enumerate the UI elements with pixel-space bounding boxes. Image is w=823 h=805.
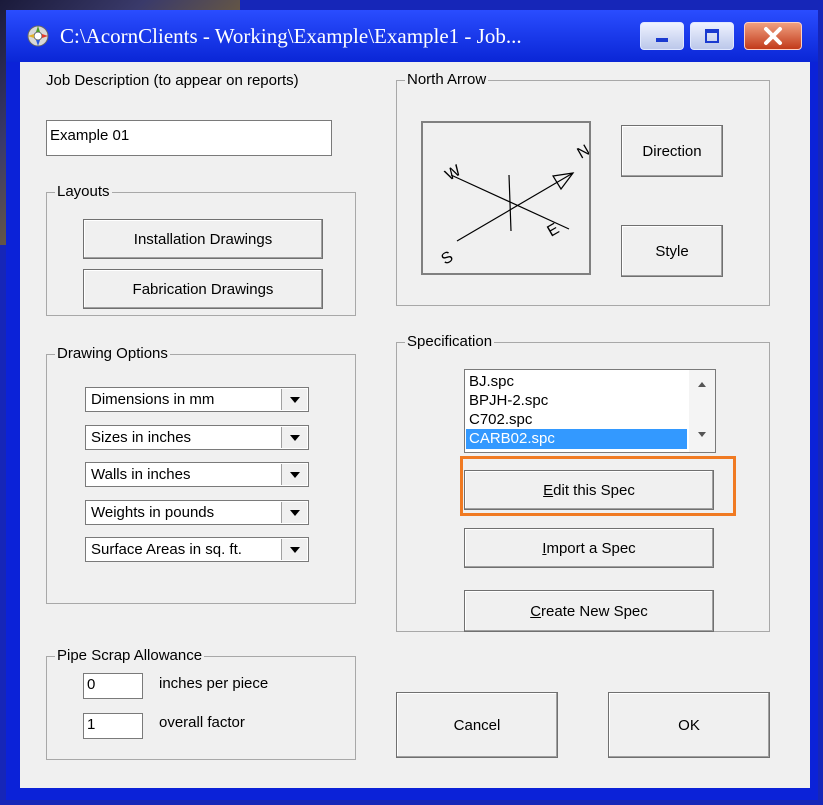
- app-icon: [26, 24, 50, 48]
- layouts-group-label: Layouts: [55, 183, 112, 200]
- job-description-input[interactable]: Example 01: [46, 120, 332, 156]
- drawing-options-group: Drawing Options Dimensions in mm Sizes i…: [46, 345, 356, 604]
- direction-button[interactable]: Direction: [621, 125, 723, 177]
- spec-listbox[interactable]: BJ.spc BPJH-2.spc C702.spc CARB02.spc: [464, 369, 716, 453]
- compass-letter-s: S: [439, 248, 457, 268]
- chevron-down-icon: [289, 471, 300, 478]
- compass-icon: N E S W: [439, 142, 594, 269]
- dimensions-dropdown-button[interactable]: [281, 389, 307, 410]
- dialog-client-area: Job Description (to appear on reports) E…: [20, 62, 810, 788]
- weights-dropdown-button[interactable]: [281, 502, 307, 523]
- north-arrow-group-label: North Arrow: [405, 71, 489, 88]
- layouts-group: Layouts Installation Drawings Fabricatio…: [46, 183, 356, 316]
- walls-dropdown-button[interactable]: [281, 464, 307, 485]
- sizes-units-value: Sizes in inches: [91, 429, 192, 446]
- import-spec-label: Import a Spec: [542, 539, 636, 557]
- surface-areas-dropdown-button[interactable]: [281, 539, 307, 560]
- minimize-icon: [656, 38, 668, 42]
- dimensions-units-select[interactable]: Dimensions in mm: [85, 387, 309, 412]
- fabrication-drawings-button[interactable]: Fabrication Drawings: [83, 269, 323, 309]
- overall-factor-label: overall factor: [159, 714, 245, 731]
- list-item[interactable]: C702.spc: [469, 410, 532, 430]
- maximize-button[interactable]: [690, 22, 734, 50]
- pipe-scrap-group-label: Pipe Scrap Allowance: [55, 647, 205, 664]
- create-spec-label: Create New Spec: [530, 602, 648, 620]
- inches-per-piece-label: inches per piece: [159, 675, 269, 692]
- close-button[interactable]: [744, 22, 802, 50]
- list-item[interactable]: BPJH-2.spc: [469, 391, 548, 411]
- style-button[interactable]: Style: [621, 225, 723, 277]
- chevron-down-icon: [289, 434, 300, 441]
- close-icon: [764, 27, 782, 45]
- window-title: C:\AcornClients - Working\Example\Exampl…: [60, 24, 522, 48]
- ok-button[interactable]: OK: [608, 692, 770, 758]
- cancel-button[interactable]: Cancel: [396, 692, 558, 758]
- maximize-icon: [705, 29, 719, 43]
- list-item-selected[interactable]: CARB02.spc: [466, 429, 687, 449]
- scroll-down-icon[interactable]: [698, 432, 706, 437]
- walls-units-select[interactable]: Walls in inches: [85, 462, 309, 487]
- inches-per-piece-input[interactable]: 0: [83, 673, 143, 699]
- overall-factor-input[interactable]: 1: [83, 713, 143, 739]
- weights-units-value: Weights in pounds: [91, 504, 215, 521]
- chevron-down-icon: [289, 509, 300, 516]
- highlight-annotation: [460, 456, 736, 516]
- weights-units-select[interactable]: Weights in pounds: [85, 500, 309, 525]
- surface-areas-units-value: Surface Areas in sq. ft.: [91, 541, 242, 558]
- compass-letter-e: E: [545, 220, 563, 240]
- chevron-down-icon: [289, 396, 300, 403]
- pipe-scrap-group: Pipe Scrap Allowance 0 inches per piece …: [46, 647, 356, 760]
- compass-letter-n: N: [575, 142, 590, 163]
- north-arrow-preview: N E S W: [421, 121, 594, 275]
- north-arrow-group: North Arrow N E S W Direction Style: [396, 71, 770, 306]
- dimensions-units-value: Dimensions in mm: [91, 391, 215, 408]
- sizes-dropdown-button[interactable]: [281, 427, 307, 448]
- import-a-spec-button[interactable]: Import a Spec: [464, 528, 714, 568]
- minimize-button[interactable]: [640, 22, 684, 50]
- installation-drawings-button[interactable]: Installation Drawings: [83, 219, 323, 259]
- specification-group-label: Specification: [405, 333, 495, 350]
- spec-listbox-scrollbar[interactable]: [689, 370, 715, 452]
- title-bar[interactable]: C:\AcornClients - Working\Example\Exampl…: [6, 10, 818, 62]
- compass-letter-w: W: [443, 162, 465, 185]
- sizes-units-select[interactable]: Sizes in inches: [85, 425, 309, 450]
- surface-areas-units-select[interactable]: Surface Areas in sq. ft.: [85, 537, 309, 562]
- job-description-label: Job Description (to appear on reports): [46, 72, 299, 89]
- drawing-options-group-label: Drawing Options: [55, 345, 170, 362]
- job-dialog-window: C:\AcornClients - Working\Example\Exampl…: [6, 10, 818, 800]
- walls-units-value: Walls in inches: [91, 466, 191, 483]
- chevron-down-icon: [289, 546, 300, 553]
- scroll-up-icon[interactable]: [698, 382, 706, 387]
- create-new-spec-button[interactable]: Create New Spec: [464, 590, 714, 632]
- list-item[interactable]: BJ.spc: [469, 372, 514, 392]
